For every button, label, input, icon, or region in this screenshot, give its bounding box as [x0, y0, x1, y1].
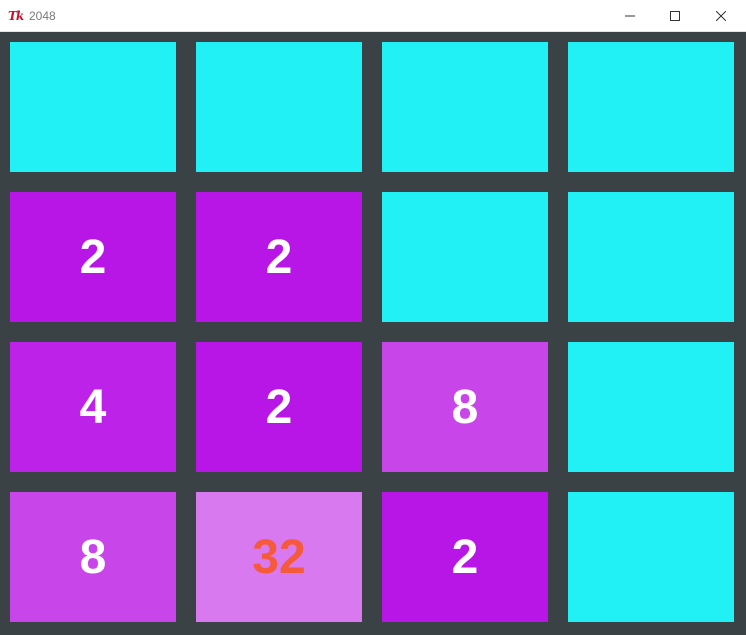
- tile-r2-c3: [568, 342, 734, 472]
- tile-r0-c0: [10, 42, 176, 172]
- game-board: 2 2 4 2 8 8 32 2: [0, 32, 746, 635]
- tile-r2-c2: 8: [382, 342, 548, 472]
- title-bar[interactable]: Tk 2048: [0, 0, 746, 32]
- tile-r1-c2: [382, 192, 548, 322]
- tile-r0-c1: [196, 42, 362, 172]
- close-button[interactable]: [698, 0, 744, 32]
- minimize-button[interactable]: [607, 0, 653, 32]
- tile-r3-c0: 8: [10, 492, 176, 622]
- tk-feather-icon: Tk: [8, 9, 24, 23]
- tile-r0-c2: [382, 42, 548, 172]
- tile-r2-c1: 2: [196, 342, 362, 472]
- window-title: 2048: [29, 9, 56, 23]
- tile-r3-c1: 32: [196, 492, 362, 622]
- tile-r2-c0: 4: [10, 342, 176, 472]
- tile-r1-c0: 2: [10, 192, 176, 322]
- minimize-icon: [625, 15, 635, 17]
- tile-r3-c2: 2: [382, 492, 548, 622]
- tile-r1-c3: [568, 192, 734, 322]
- tile-r0-c3: [568, 42, 734, 172]
- maximize-button[interactable]: [652, 0, 698, 32]
- close-icon: [716, 11, 726, 21]
- tile-r1-c1: 2: [196, 192, 362, 322]
- maximize-icon: [670, 11, 680, 21]
- tile-r3-c3: [568, 492, 734, 622]
